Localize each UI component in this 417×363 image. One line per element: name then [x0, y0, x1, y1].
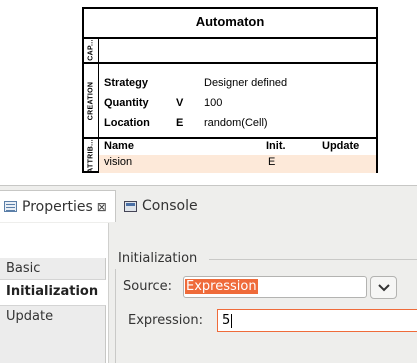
sidebar-item-basic[interactable]: Basic	[0, 258, 106, 280]
tab-properties[interactable]: Properties ⊠	[0, 190, 116, 222]
attribute-row[interactable]: vision E	[99, 155, 376, 173]
tab-console-label: Console	[142, 198, 198, 214]
diagram-canvas[interactable]: Automaton CAP... CREATION Strategy Desig…	[0, 0, 417, 182]
creation-row-name: Location	[104, 117, 150, 129]
console-icon	[124, 200, 137, 212]
group-title: Initialization	[118, 251, 198, 266]
creation-row-flag: V	[176, 97, 184, 109]
creation-row-name: Strategy	[104, 77, 149, 89]
col-header-init: Init.	[266, 140, 286, 152]
capabilities-section[interactable]: CAP...	[84, 37, 376, 64]
expression-label: Expression:	[128, 313, 203, 328]
close-icon[interactable]: ⊠	[97, 200, 107, 214]
creation-row-name: Quantity	[104, 97, 149, 109]
cap-section-label: CAP...	[87, 38, 95, 61]
creation-section-label: CREATION	[87, 81, 95, 120]
attribute-name: vision	[104, 156, 133, 168]
properties-icon	[4, 201, 17, 212]
col-header-name: Name	[104, 140, 134, 152]
attribute-init: E	[268, 156, 276, 168]
properties-sidebar: Basic Initialization Update	[0, 223, 108, 363]
group-border	[115, 269, 116, 363]
col-header-update: Update	[322, 140, 360, 152]
source-combo-value: Expression	[185, 279, 258, 294]
creation-row-value: random(Cell)	[204, 117, 268, 129]
sidebar-item-initialization[interactable]: Initialization	[0, 281, 106, 303]
creation-section[interactable]: CREATION Strategy Designer defined Quant…	[84, 64, 376, 139]
source-combo[interactable]: Expression	[183, 276, 367, 298]
creation-row-value: Designer defined	[204, 77, 288, 89]
source-dropdown-button[interactable]	[370, 276, 397, 299]
chevron-down-icon	[378, 284, 390, 292]
attributes-header: Name Init. Update	[99, 139, 376, 156]
sidebar-item-update[interactable]: Update	[0, 305, 106, 327]
expression-value: 5	[222, 313, 231, 328]
attrib-section-label: ATTRIB...	[87, 139, 95, 173]
group-divider	[209, 259, 417, 260]
tab-properties-label: Properties	[22, 198, 93, 215]
sidebar-filler	[0, 327, 106, 363]
attributes-section[interactable]: ATTRIB... Name Init. Update vision E	[84, 139, 376, 173]
properties-panel: Basic Initialization Update Initializati…	[0, 223, 417, 363]
creation-row-flag: E	[176, 117, 184, 129]
source-label: Source:	[123, 279, 173, 294]
initialization-content: Initialization Source: Expression Expres…	[108, 223, 417, 363]
tab-console[interactable]: Console	[120, 190, 210, 222]
expression-input[interactable]: 5	[217, 309, 417, 332]
text-caret	[231, 313, 233, 328]
creation-row-value: 100	[204, 97, 223, 109]
entity-title: Automaton	[84, 9, 376, 39]
automaton-entity[interactable]: Automaton CAP... CREATION Strategy Desig…	[82, 7, 378, 173]
view-tab-bar: Properties ⊠ Console	[0, 185, 417, 223]
